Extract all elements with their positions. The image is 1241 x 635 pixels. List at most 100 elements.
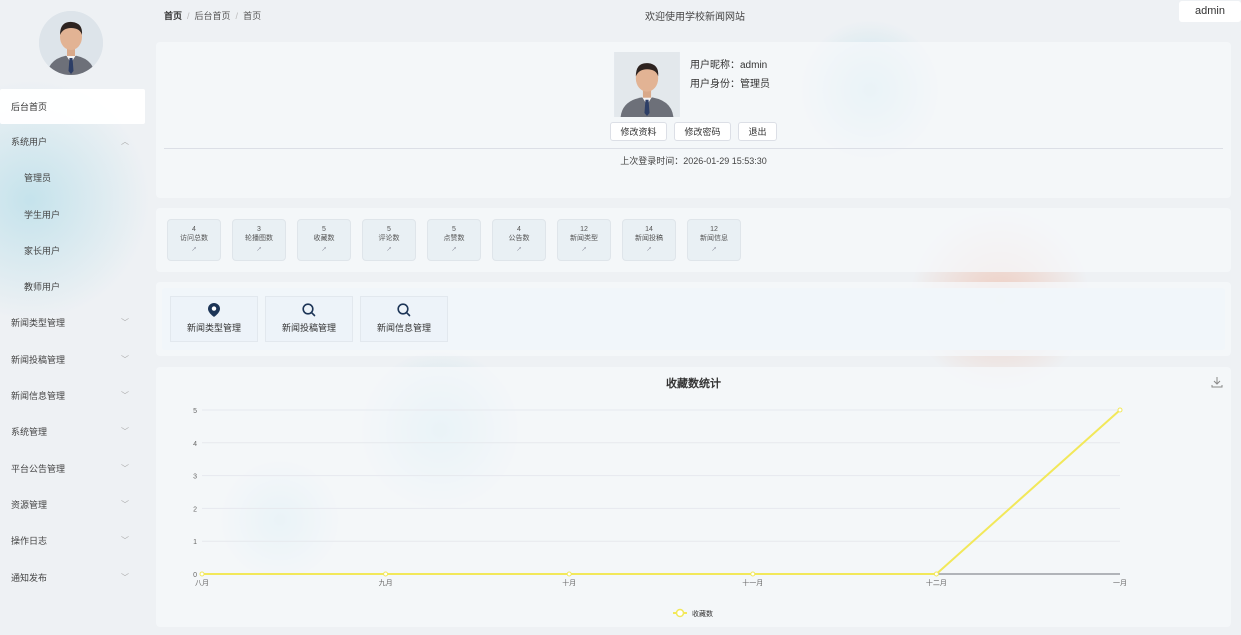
- sidebar-item[interactable]: 操作日志 ﹀: [0, 523, 150, 559]
- data-point: [1117, 407, 1123, 413]
- last-login-time: 上次登录时间：2026-01-29 15:53:30: [620, 156, 767, 166]
- sidebar-item-label: 操作日志: [11, 536, 48, 547]
- y-tick-label: 1: [193, 539, 197, 546]
- sidebar: 后台首页 系统用户 ︿ 管理员 学生用户 家长用户 教师用户 新闻类型管理 ﹀ 新闻投稿管理 ﹀ 新闻…: [0, 0, 150, 635]
- stat-card[interactable]: 4 访问总数 ↑: [167, 219, 221, 261]
- chevron-down-icon: ﹀: [121, 536, 129, 546]
- quick-link-label: 新闻投稿管理: [281, 323, 336, 333]
- search-icon: [397, 303, 411, 317]
- change-password-button[interactable]: 修改密码: [674, 122, 731, 141]
- quick-link-news-type[interactable]: 新闻类型管理: [170, 296, 258, 342]
- sidebar-item[interactable]: 学生用户: [0, 197, 150, 233]
- legend-marker: [675, 608, 685, 618]
- profile-card: 用户昵称：admin 用户身份：管理员 修改资料 修改密码 退出 上次登录时间：…: [156, 42, 1231, 198]
- sidebar-item[interactable]: 通知发布 ﹀: [0, 560, 150, 596]
- x-tick-label: 八月: [195, 579, 209, 587]
- data-point: [199, 571, 205, 577]
- sidebar-item-label: 学生用户: [24, 209, 61, 220]
- chevron-down-icon: ﹀: [121, 463, 129, 473]
- chevron-down-icon: ﹀: [121, 572, 129, 582]
- x-tick-label: 十二月: [926, 578, 947, 587]
- stat-card[interactable]: 12 新闻类型 ↑: [557, 219, 611, 261]
- sidebar-item[interactable]: 管理员: [0, 160, 150, 196]
- sidebar-avatar[interactable]: [39, 11, 103, 75]
- breadcrumb-home[interactable]: 首页: [164, 11, 182, 21]
- sidebar-item-label: 教师用户: [24, 282, 61, 293]
- chevron-down-icon: ﹀: [121, 354, 129, 364]
- sidebar-item[interactable]: 新闻投稿管理 ﹀: [0, 342, 150, 378]
- sidebar-item-label: 系统管理: [11, 427, 48, 438]
- sidebar-item-label: 新闻投稿管理: [11, 354, 66, 365]
- sidebar-item-label: 系统用户: [11, 137, 48, 147]
- y-tick-label: 5: [193, 408, 197, 415]
- stat-card[interactable]: 5 评论数 ↑: [362, 219, 416, 261]
- sidebar-item-label: 新闻类型管理: [11, 318, 66, 329]
- divider: [164, 148, 1223, 149]
- edit-profile-button[interactable]: 修改资料: [610, 122, 667, 141]
- sidebar-item[interactable]: 平台公告管理 ﹀: [0, 451, 150, 487]
- sidebar-menu: 后台首页 系统用户 ︿ 管理员 学生用户 家长用户 教师用户 新闻类型管理 ﹀ 新闻投稿管理 ﹀ 新闻…: [0, 89, 150, 596]
- stat-card[interactable]: 5 收藏数 ↑: [297, 219, 351, 261]
- sidebar-item[interactable]: 资源管理 ﹀: [0, 487, 150, 523]
- y-tick-label: 2: [193, 506, 197, 513]
- chevron-down-icon: ﹀: [121, 499, 129, 509]
- chevron-down-icon: ﹀: [121, 427, 129, 437]
- sidebar-item-label: 通知发布: [11, 572, 48, 583]
- chevron-down-icon: ﹀: [121, 391, 129, 401]
- location-pin-icon: [208, 303, 220, 317]
- sidebar-item[interactable]: 家长用户: [0, 233, 150, 269]
- y-tick-label: 4: [193, 441, 197, 448]
- sidebar-item-label: 资源管理: [11, 499, 48, 510]
- series-line: [202, 409, 1121, 575]
- chevron-up-icon: ︿: [121, 137, 129, 146]
- x-tick-label: 一月: [1113, 579, 1127, 587]
- profile-role: 用户身份：管理员: [690, 79, 770, 90]
- welcome-title: 欢迎使用学校新闻网站: [645, 12, 745, 23]
- stats-panel: 4 访问总数 ↑ 3 轮播图数 ↑ 5 收藏数 ↑ 5 评论数 ↑ 5 点赞数 ↑ 4 公告数 ↑ 12 新闻类型 ↑ 1…: [156, 208, 1231, 272]
- x-tick-label: 十月: [562, 578, 576, 587]
- y-tick-label: 3: [193, 474, 197, 481]
- profile-photo: [614, 52, 680, 117]
- sidebar-item[interactable]: 系统管理 ﹀: [0, 414, 150, 450]
- stat-card[interactable]: 12 新闻信息 ↑: [687, 219, 741, 261]
- breadcrumb-separator: /: [235, 11, 239, 21]
- stat-card[interactable]: 3 轮播图数 ↑: [232, 219, 286, 261]
- stat-card[interactable]: 14 新闻投稿 ↑: [622, 219, 676, 261]
- sidebar-item[interactable]: 新闻类型管理 ﹀: [0, 305, 150, 341]
- quick-link-news-submission[interactable]: 新闻投稿管理: [265, 296, 353, 342]
- sidebar-item[interactable]: 教师用户: [0, 269, 150, 305]
- sidebar-item-label: 新闻信息管理: [11, 391, 66, 402]
- data-point: [566, 571, 572, 577]
- data-point: [933, 571, 939, 577]
- user-avatar-icon: [39, 11, 103, 75]
- quick-link-news-info[interactable]: 新闻信息管理: [360, 296, 448, 342]
- sidebar-item-label: 平台公告管理: [11, 463, 66, 474]
- x-tick-label: 十一月: [742, 578, 763, 587]
- sidebar-item[interactable]: 新闻信息管理 ﹀: [0, 378, 150, 414]
- data-point: [383, 571, 389, 577]
- sidebar-item[interactable]: 后台首页: [0, 89, 145, 124]
- search-icon: [302, 303, 316, 317]
- chart-panel: 收藏数统计 0 1 2 3 4 5 八月 九月 十月 十一月 十二月 一月 收藏数: [156, 367, 1231, 627]
- user-avatar-icon: [614, 52, 680, 117]
- sidebar-item-label: 后台首页: [11, 102, 48, 112]
- logout-button[interactable]: 退出: [738, 122, 777, 141]
- profile-nickname: 用户昵称：admin: [690, 60, 768, 71]
- legend-label: 收藏数: [692, 609, 713, 618]
- quick-link-label: 新闻信息管理: [376, 323, 431, 333]
- user-menu[interactable]: admin: [1179, 1, 1241, 22]
- data-point: [750, 571, 756, 577]
- quick-links-container: 新闻类型管理 新闻投稿管理 新闻信息管理: [162, 288, 1225, 350]
- stat-card[interactable]: 4 公告数 ↑: [492, 219, 546, 261]
- breadcrumb-separator: /: [187, 11, 190, 21]
- breadcrumb-dashboard[interactable]: 后台首页: [195, 11, 231, 21]
- y-tick-label: 0: [193, 572, 197, 579]
- breadcrumb-current: 首页: [243, 11, 262, 21]
- stat-card[interactable]: 5 点赞数 ↑: [427, 219, 481, 261]
- x-tick-label: 九月: [379, 578, 393, 587]
- sidebar-item-label: 家长用户: [24, 245, 61, 256]
- sidebar-item[interactable]: 系统用户 ︿: [0, 124, 150, 160]
- breadcrumb: 首页 / 后台首页 / 首页: [164, 9, 261, 22]
- quick-links-panel: 新闻类型管理 新闻投稿管理 新闻信息管理: [156, 282, 1231, 356]
- top-bar: 首页 / 后台首页 / 首页 欢迎使用学校新闻网站 admin: [150, 0, 1241, 28]
